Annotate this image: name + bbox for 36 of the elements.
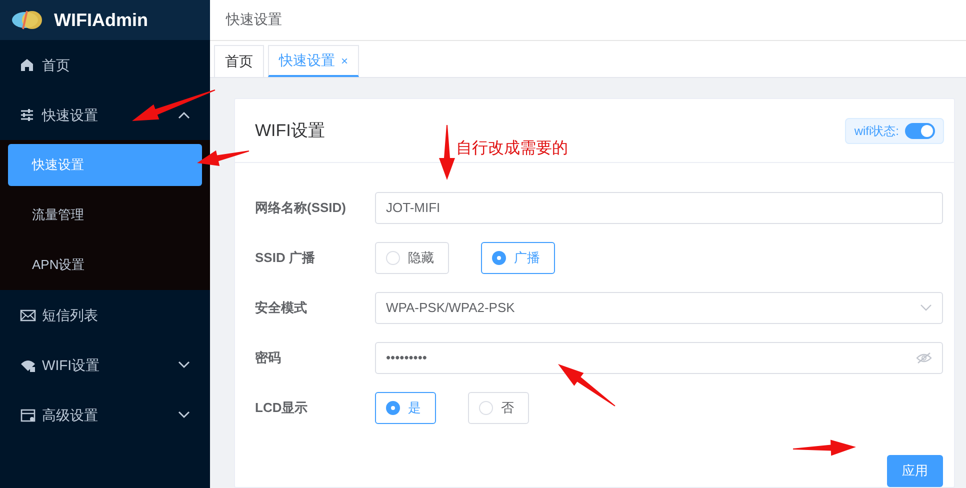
field-label: SSID 广播 xyxy=(255,249,316,268)
menu-item[interactable]: 高级设置 xyxy=(0,390,210,440)
field-label: LCD显示 xyxy=(255,399,309,418)
wifi-icon xyxy=(20,358,36,372)
card-title: WIFI设置 xyxy=(255,120,325,142)
breadcrumb: 快速设置 xyxy=(226,10,282,30)
home-icon xyxy=(20,58,36,72)
eye-slash-icon xyxy=(916,352,932,364)
menu-item[interactable]: WIFI设置 xyxy=(0,340,210,390)
input-field[interactable]: ••••••••• xyxy=(375,342,943,374)
tab[interactable]: 首页 xyxy=(214,45,264,77)
sliders-icon xyxy=(20,108,36,122)
chevron-down-icon xyxy=(920,304,932,312)
field-label: 安全模式 xyxy=(255,299,308,318)
wifi-status-label: wifi状态: xyxy=(854,122,899,140)
annotation-arrow xyxy=(793,440,856,456)
envelope-icon xyxy=(20,308,36,322)
annotation-arrow xyxy=(558,364,616,406)
window-icon xyxy=(20,408,36,422)
menu-item[interactable]: 首页 xyxy=(0,40,210,90)
select-field[interactable]: WPA-PSK/WPA2-PSK xyxy=(375,292,943,324)
annotation-arrow xyxy=(439,125,455,180)
field-label: 密码 xyxy=(255,349,282,368)
submenu-item[interactable]: APN设置 xyxy=(0,240,210,290)
submenu-item[interactable]: 流量管理 xyxy=(0,190,210,240)
radio-option[interactable]: 隐藏 xyxy=(375,242,449,274)
radio-option[interactable]: 否 xyxy=(468,392,529,424)
annotation-arrow xyxy=(197,150,250,166)
logo-icon xyxy=(10,8,44,32)
input-field[interactable]: JOT-MIFI xyxy=(375,192,943,224)
annotation-text: 自行改成需要的 xyxy=(456,138,568,159)
brand-name: WIFIAdmin xyxy=(54,8,148,32)
menu-item[interactable]: 快速设置 xyxy=(0,90,210,140)
field-label: 网络名称(SSID) xyxy=(255,199,347,218)
toggle-switch[interactable] xyxy=(905,122,935,138)
menu-item[interactable]: 短信列表 xyxy=(0,290,210,340)
